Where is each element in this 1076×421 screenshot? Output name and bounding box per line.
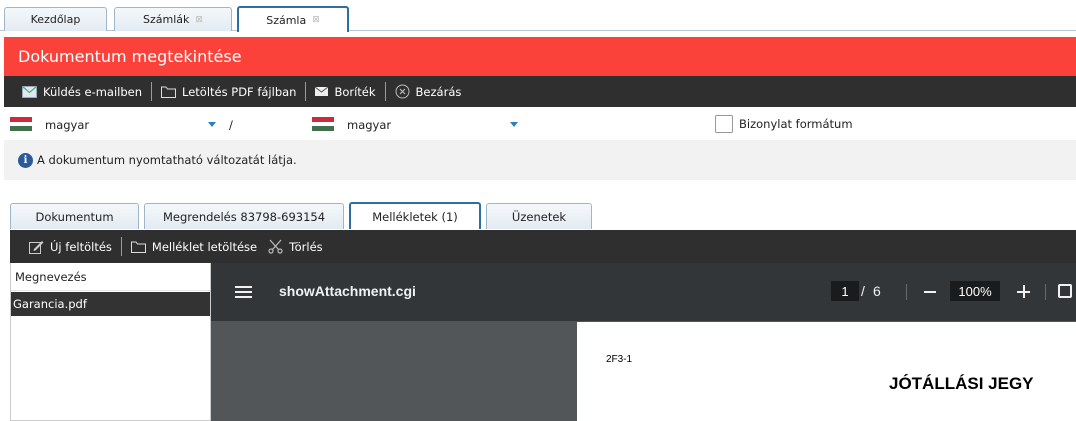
tab-label: Üzenetek <box>511 209 567 224</box>
tab-uzenetek[interactable]: Üzenetek <box>486 203 592 229</box>
download-pdf-label: Letöltés PDF fájlban <box>182 84 297 99</box>
document-toolbar: Küldés e-mailben Letöltés PDF fájlban Bo… <box>4 76 1076 107</box>
main-tab-bar: Kezdőlap Számlák ⊠ Számla ⊠ <box>0 0 1076 32</box>
download-attachment-button[interactable]: Melléklet letöltése <box>122 237 266 257</box>
delete-button[interactable]: Törlés <box>266 237 332 257</box>
edit-icon <box>29 241 44 254</box>
scissors-icon <box>268 239 283 254</box>
tab-label: Kezdőlap <box>30 13 81 26</box>
tab-label: Mellékletek (1) <box>372 209 458 224</box>
pdf-toolbar: showAttachment.cgi 1 / 6 100% <box>211 263 1076 321</box>
source-language-select[interactable]: magyar <box>45 118 89 132</box>
chevron-down-icon[interactable] <box>510 122 518 127</box>
upload-label: Új feltöltés <box>50 239 112 254</box>
send-email-label: Küldés e-mailben <box>43 84 143 99</box>
chevron-down-icon[interactable] <box>208 122 216 127</box>
info-text: A dokumentum nyomtatható változatát látj… <box>37 153 297 167</box>
envelope-icon <box>315 87 329 96</box>
document-format-label: Bizonylat formátum <box>739 117 853 131</box>
folder-icon <box>161 86 177 98</box>
info-message: i A dokumentum nyomtatható változatát lá… <box>4 140 1076 180</box>
tab-dokumentum[interactable]: Dokumentum <box>10 203 139 229</box>
total-pages: 6 <box>873 283 881 299</box>
upload-button[interactable]: Új feltöltés <box>29 237 121 257</box>
pdf-title: showAttachment.cgi <box>279 283 416 299</box>
page-separator: / <box>861 283 865 299</box>
delete-label: Törlés <box>289 239 323 254</box>
tab-label: Megrendelés 83798-693154 <box>162 209 326 224</box>
send-email-button[interactable]: Küldés e-mailben <box>22 82 151 102</box>
language-separator: / <box>229 118 233 132</box>
tab-szamlak[interactable]: Számlák ⊠ <box>114 7 232 31</box>
tab-close-icon[interactable]: ⊠ <box>195 15 203 25</box>
page-heading: JÓTÁLLÁSI JEGY <box>889 374 1034 393</box>
tab-label: Dokumentum <box>35 209 114 224</box>
close-circle-icon <box>395 84 410 99</box>
close-button[interactable]: Bezárás <box>386 82 471 102</box>
toolbar-divider <box>1045 284 1046 300</box>
toolbar-divider <box>906 284 907 300</box>
tab-label: Számla <box>266 13 307 27</box>
attachment-filename: Garancia.pdf <box>13 297 87 311</box>
folder-icon <box>130 241 146 253</box>
close-label: Bezárás <box>415 84 462 99</box>
pdf-viewer: showAttachment.cgi 1 / 6 100% 2F3-1 JÓTÁ… <box>211 263 1076 421</box>
page-header: Dokumentum megtekintése <box>4 37 1076 76</box>
attachment-toolbar: Új feltöltés Melléklet letöltése Törlés <box>10 230 1076 263</box>
envelope-label: Boríték <box>334 84 376 99</box>
download-pdf-button[interactable]: Letöltés PDF fájlban <box>152 82 305 102</box>
target-language-select[interactable]: magyar <box>347 118 391 132</box>
download-attachment-label: Melléklet letöltése <box>151 239 258 254</box>
tab-kezdolap[interactable]: Kezdőlap <box>4 7 107 31</box>
column-header-label: Megnevezés <box>15 269 87 284</box>
column-header[interactable]: Megnevezés <box>11 263 210 291</box>
tab-mellekletek[interactable]: Mellékletek (1) <box>349 202 481 229</box>
menu-icon[interactable] <box>235 286 252 298</box>
document-format-checkbox[interactable] <box>715 115 733 133</box>
list-item[interactable]: Garancia.pdf <box>11 292 210 316</box>
tab-close-icon[interactable]: ⊠ <box>312 15 320 25</box>
tab-label: Számlák <box>143 13 190 26</box>
page-title: Dokumentum megtekintése <box>18 47 242 66</box>
info-icon: i <box>18 152 33 168</box>
fit-page-icon[interactable] <box>1058 284 1072 298</box>
zoom-out-icon[interactable] <box>924 291 936 293</box>
pdf-page: 2F3-1 JÓTÁLLÁSI JEGY <box>577 322 1076 421</box>
zoom-input[interactable]: 100% <box>950 281 1000 301</box>
email-send-icon <box>22 85 37 98</box>
page-number-input[interactable]: 1 <box>831 281 859 301</box>
tab-megrendeles[interactable]: Megrendelés 83798-693154 <box>144 203 344 229</box>
page-code: 2F3-1 <box>606 354 633 365</box>
tab-szamla[interactable]: Számla ⊠ <box>237 6 349 32</box>
hungarian-flag-icon <box>312 117 334 132</box>
zoom-in-icon[interactable] <box>1017 285 1030 298</box>
attachment-list: Megnevezés Garancia.pdf <box>10 263 211 421</box>
language-row: magyar / magyar Bizonylat formátum <box>4 108 1076 140</box>
hungarian-flag-icon <box>10 117 32 132</box>
envelope-button[interactable]: Boríték <box>306 82 384 102</box>
